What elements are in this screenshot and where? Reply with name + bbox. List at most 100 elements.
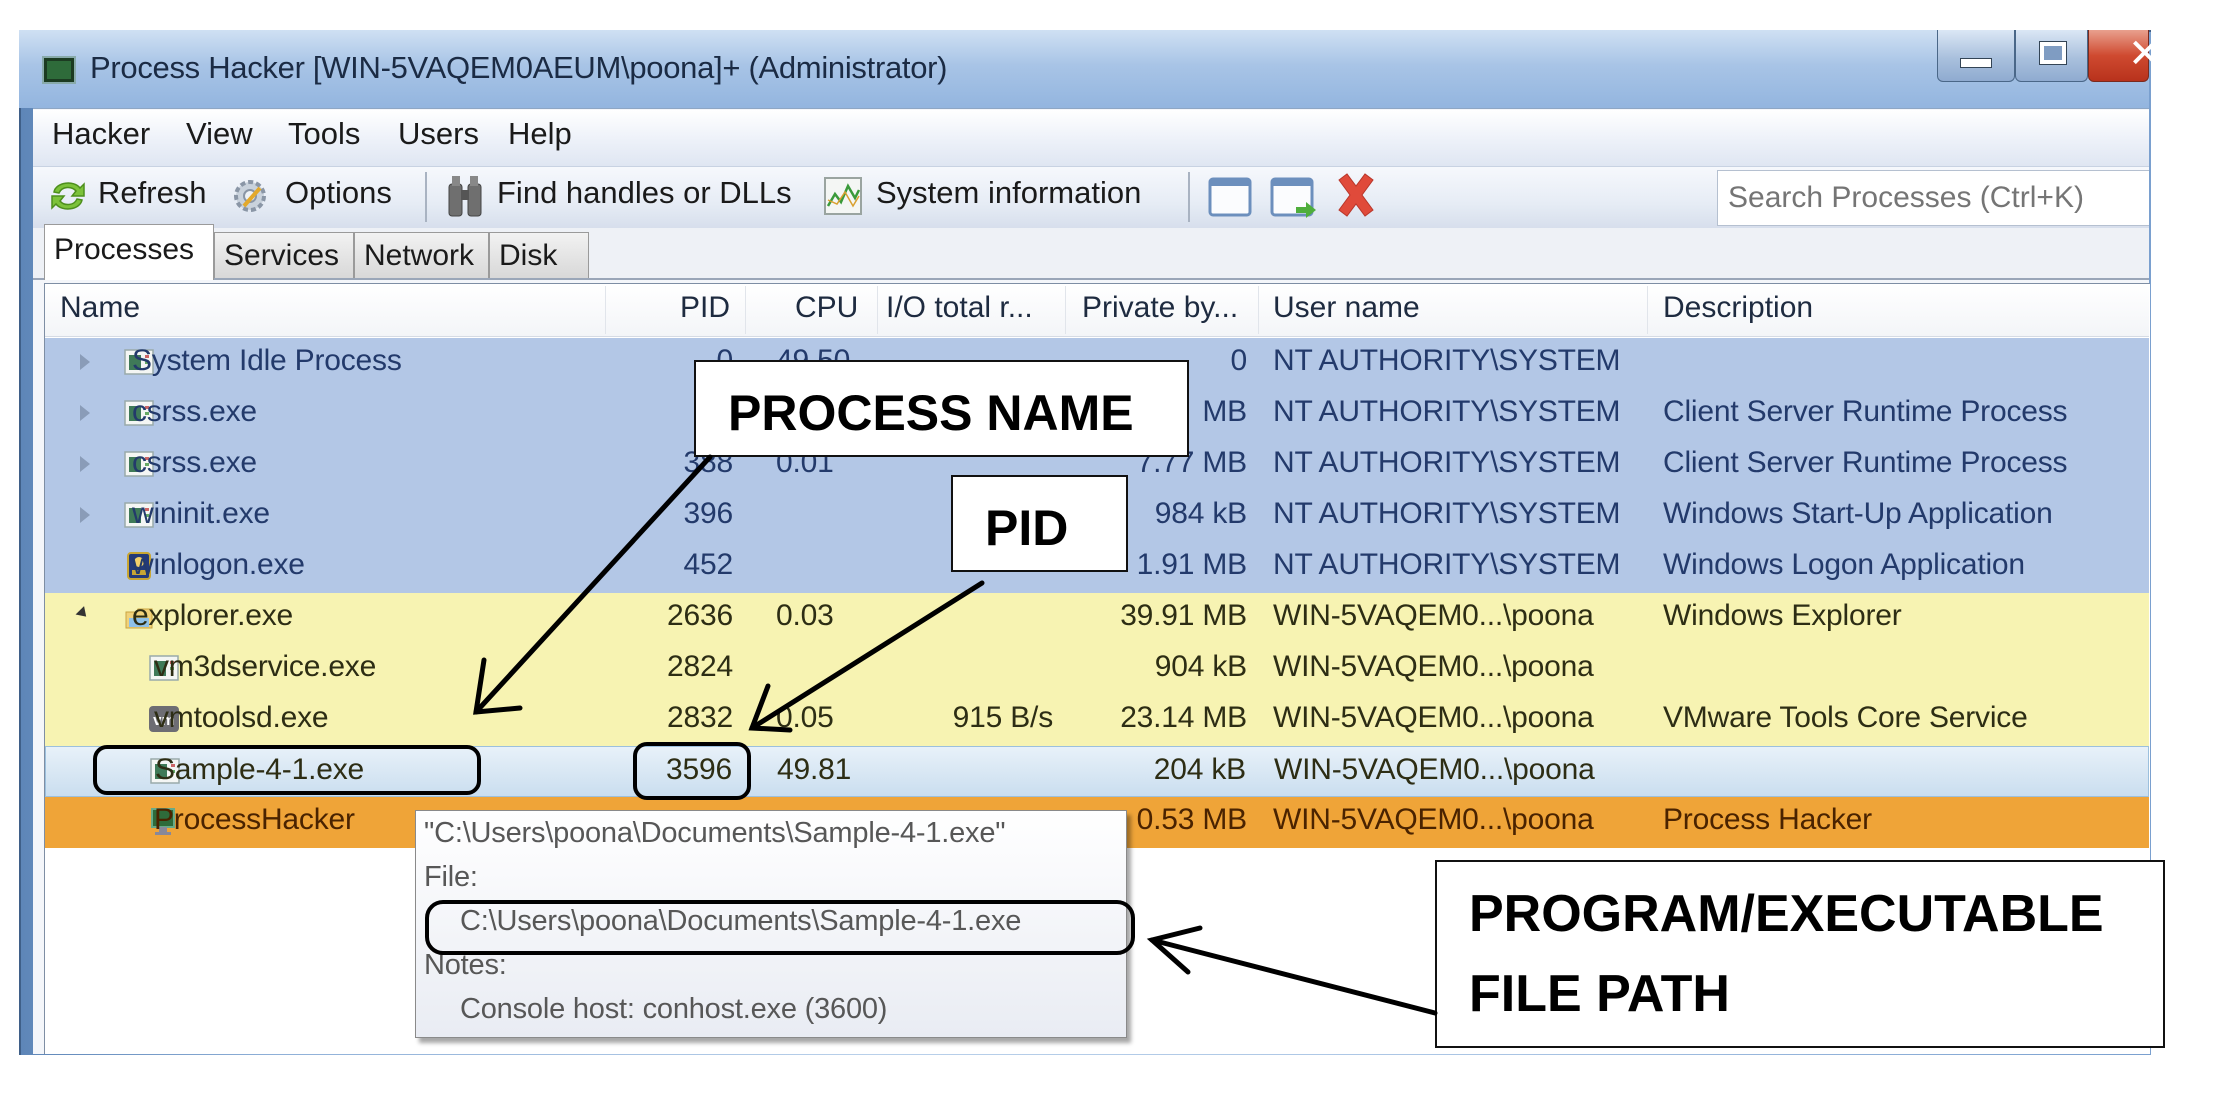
process-user-name: WIN-5VAQEM0...\poona bbox=[1273, 701, 1594, 734]
refresh-icon[interactable] bbox=[48, 176, 88, 216]
process-private-bytes: 204 kB bbox=[1153, 753, 1246, 786]
tab-network[interactable]: Network bbox=[354, 232, 489, 278]
process-cpu: 0.03 bbox=[776, 599, 834, 632]
column-separator[interactable] bbox=[877, 286, 878, 334]
system-information-button[interactable]: System information bbox=[876, 175, 1141, 211]
window-title: Process Hacker [WIN-5VAQEM0AEUM\poona]+ … bbox=[90, 50, 948, 85]
column-separator[interactable] bbox=[745, 286, 746, 334]
process-user-name: NT AUTHORITY\SYSTEM bbox=[1273, 446, 1621, 479]
close-icon: ✕ bbox=[2128, 32, 2162, 76]
process-pid: 396 bbox=[683, 497, 734, 530]
process-name: vmtoolsd.exe bbox=[154, 701, 329, 734]
toolbar-separator bbox=[1188, 172, 1190, 222]
process-private-bytes: 39.91 MB bbox=[1120, 599, 1247, 632]
process-user-name: WIN-5VAQEM0...\poona bbox=[1274, 753, 1595, 786]
process-user-name: WIN-5VAQEM0...\poona bbox=[1273, 803, 1594, 836]
process-private-bytes: 1.91 MB bbox=[1136, 548, 1248, 581]
tab-processes[interactable]: Processes bbox=[44, 224, 214, 280]
expand-arrow-icon[interactable] bbox=[80, 405, 90, 421]
file-path-callout-line2: FILE PATH bbox=[1469, 965, 1730, 1023]
menu-view[interactable]: View bbox=[186, 116, 253, 152]
column-header-cpu[interactable]: CPU bbox=[795, 291, 858, 325]
tooltip-command-line: "C:\Users\poona\Documents\Sample-4-1.exe… bbox=[424, 817, 1006, 849]
menu-help[interactable]: Help bbox=[508, 116, 572, 152]
process-private-bytes: MB bbox=[1202, 395, 1247, 428]
process-name: winlogon.exe bbox=[132, 548, 305, 581]
process-pid: 2832 bbox=[667, 701, 733, 734]
column-header-user-name[interactable]: User name bbox=[1273, 291, 1420, 325]
menu-tools[interactable]: Tools bbox=[288, 116, 360, 152]
menu-hacker[interactable]: Hacker bbox=[52, 116, 150, 152]
process-user-name: NT AUTHORITY\SYSTEM bbox=[1273, 395, 1621, 428]
tooltip-notes-value: Console host: conhost.exe (3600) bbox=[460, 993, 888, 1025]
process-name: System Idle Process bbox=[132, 344, 402, 377]
column-separator[interactable] bbox=[605, 286, 606, 334]
process-row[interactable]: vm3dservice.exe 2824 904 kB WIN-5VAQEM0...\… bbox=[45, 644, 2149, 695]
find-handles-button[interactable]: Find handles or DLLs bbox=[497, 175, 792, 211]
column-header-description[interactable]: Description bbox=[1663, 291, 1813, 325]
minimize-icon bbox=[1960, 58, 1992, 68]
terminate-x-icon[interactable] bbox=[1333, 172, 1379, 218]
process-user-name: NT AUTHORITY\SYSTEM bbox=[1273, 497, 1621, 530]
toolbar-separator bbox=[425, 172, 427, 222]
column-separator[interactable] bbox=[1647, 286, 1648, 334]
expand-arrow-icon[interactable] bbox=[80, 456, 90, 472]
process-description: Windows Start-Up Application bbox=[1663, 497, 2053, 530]
menu-users[interactable]: Users bbox=[398, 116, 479, 152]
column-header-io-total[interactable]: I/O total r... bbox=[886, 291, 1033, 325]
process-io-total: 915 B/s bbox=[952, 701, 1054, 734]
tooltip-file-label: File: bbox=[424, 861, 478, 893]
minimize-button[interactable] bbox=[1937, 30, 2015, 82]
tab-disk[interactable]: Disk bbox=[489, 232, 589, 278]
process-private-bytes: 904 kB bbox=[1154, 650, 1247, 683]
column-separator[interactable] bbox=[1065, 286, 1066, 334]
window-icon[interactable] bbox=[1208, 177, 1252, 217]
process-name-highlight-oval bbox=[93, 745, 481, 795]
process-name: wininit.exe bbox=[132, 497, 270, 530]
window-go-icon[interactable] bbox=[1270, 177, 1318, 219]
process-user-name: WIN-5VAQEM0...\poona bbox=[1273, 599, 1594, 632]
column-header-pid[interactable]: PID bbox=[680, 291, 730, 325]
maximize-icon bbox=[2039, 41, 2067, 65]
file-path-highlight-oval bbox=[425, 900, 1135, 955]
pid-highlight-oval bbox=[633, 742, 751, 800]
column-header-name[interactable]: Name bbox=[60, 291, 140, 325]
process-name-callout: PROCESS NAME bbox=[694, 360, 1189, 457]
process-user-name: WIN-5VAQEM0...\poona bbox=[1273, 650, 1594, 683]
system-information-icon[interactable] bbox=[823, 176, 863, 216]
column-separator[interactable] bbox=[1258, 286, 1259, 334]
process-row[interactable]: vm vmtoolsd.exe 2832 0.05 915 B/s 23.14 MB WIN… bbox=[45, 695, 2149, 746]
process-name: vm3dservice.exe bbox=[154, 650, 377, 683]
expand-arrow-icon[interactable] bbox=[80, 507, 90, 523]
process-cpu: 0.05 bbox=[776, 701, 834, 734]
options-gear-icon[interactable] bbox=[230, 176, 270, 216]
column-header-private-bytes[interactable]: Private by... bbox=[1082, 291, 1238, 325]
refresh-button[interactable]: Refresh bbox=[98, 175, 207, 211]
process-description: Client Server Runtime Process bbox=[1663, 446, 2068, 479]
expand-arrow-icon[interactable] bbox=[80, 354, 90, 370]
process-private-bytes: 23.14 MB bbox=[1120, 701, 1247, 734]
process-user-name: NT AUTHORITY\SYSTEM bbox=[1273, 344, 1621, 377]
process-name: explorer.exe bbox=[132, 599, 294, 632]
tab-services[interactable]: Services bbox=[214, 232, 354, 278]
process-name: csrss.exe bbox=[132, 395, 257, 428]
process-pid: 452 bbox=[683, 548, 734, 581]
process-name: ProcessHacker bbox=[154, 803, 355, 836]
process-description: Process Hacker bbox=[1663, 803, 1872, 836]
process-cpu: 49.81 bbox=[777, 753, 852, 786]
process-description: Windows Explorer bbox=[1663, 599, 1902, 632]
process-pid: 2636 bbox=[667, 599, 733, 632]
process-pid: 2824 bbox=[667, 650, 733, 683]
process-description: Client Server Runtime Process bbox=[1663, 395, 2068, 428]
process-description: Windows Logon Application bbox=[1663, 548, 2025, 581]
process-hacker-app-icon bbox=[42, 56, 76, 84]
process-row[interactable]: explorer.exe 2636 0.03 39.91 MB WIN-5VAQEM0.… bbox=[45, 593, 2149, 644]
file-path-callout-line1: PROGRAM/EXECUTABLE bbox=[1469, 885, 2104, 943]
binoculars-icon[interactable] bbox=[446, 174, 484, 218]
options-button[interactable]: Options bbox=[285, 175, 392, 211]
pid-callout: PID bbox=[951, 475, 1128, 572]
file-path-callout: PROGRAM/EXECUTABLE FILE PATH bbox=[1435, 860, 2165, 1048]
search-processes-input[interactable] bbox=[1717, 170, 2149, 226]
collapse-arrow-icon[interactable] bbox=[75, 606, 91, 621]
process-private-bytes: 0.53 MB bbox=[1136, 803, 1248, 836]
